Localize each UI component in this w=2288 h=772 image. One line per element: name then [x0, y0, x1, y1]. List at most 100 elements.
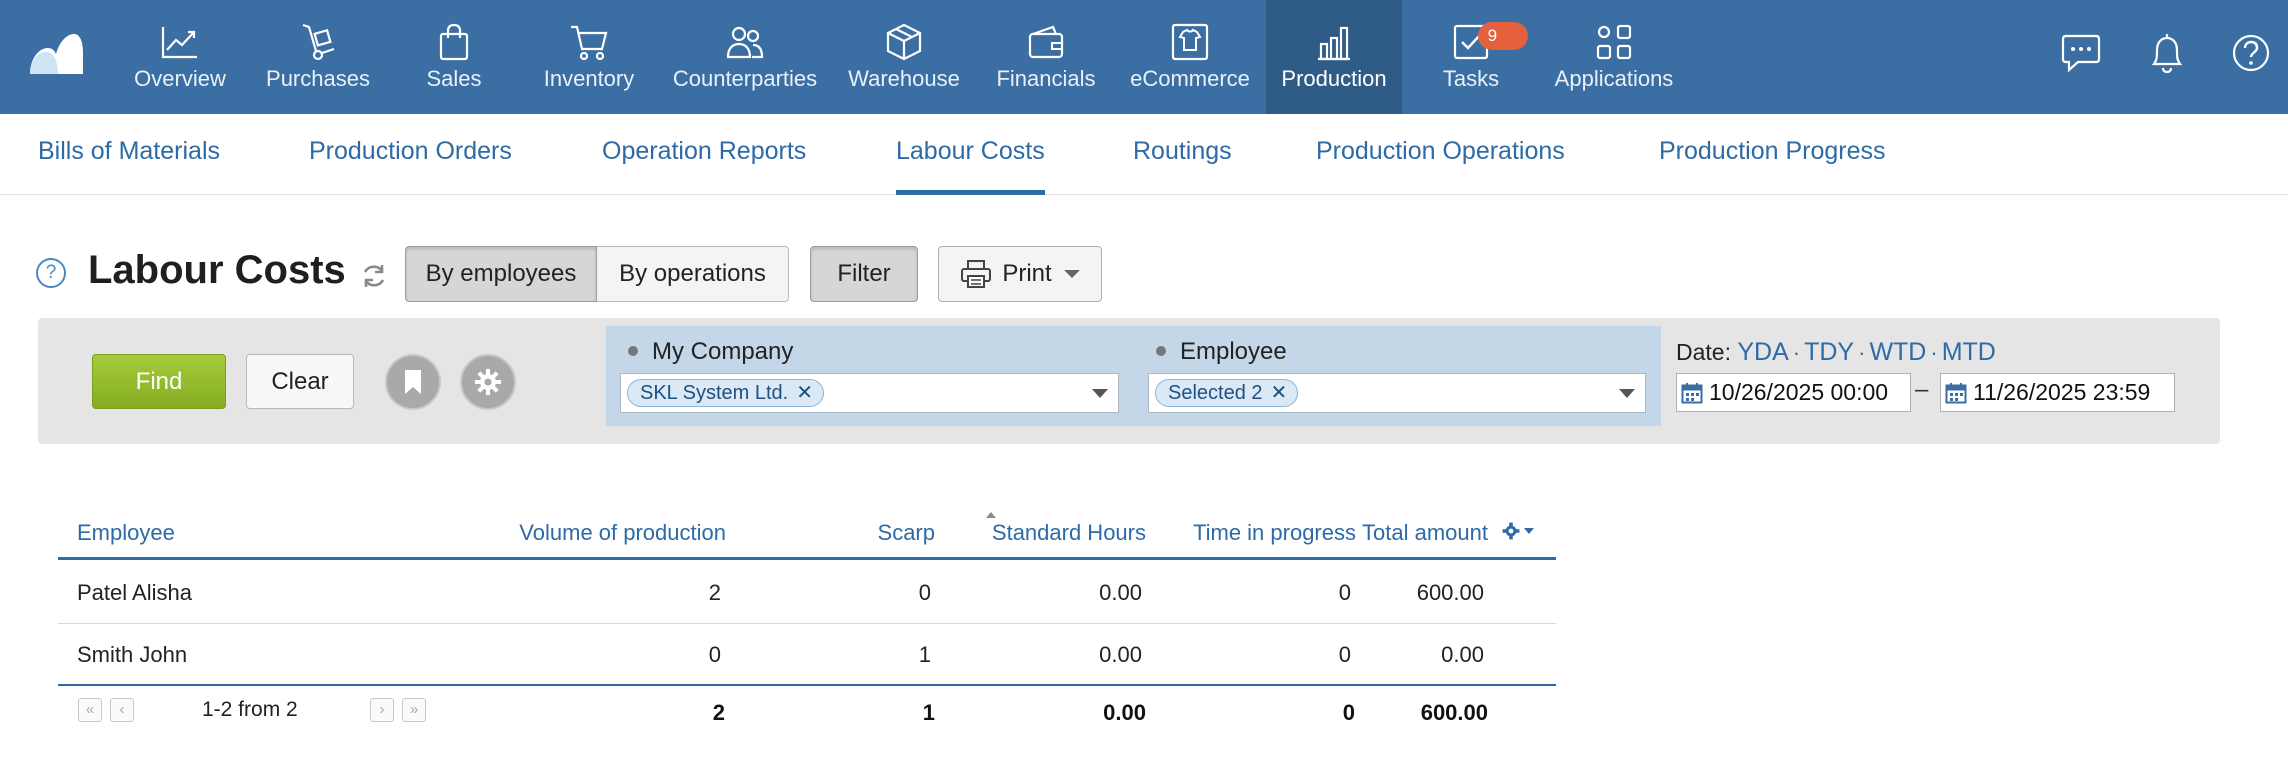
calendar-icon[interactable] — [1681, 382, 1703, 404]
cell-standard-hours: 0.00 — [1099, 580, 1142, 605]
table-row[interactable]: Smith John 0 1 0.00 0 0.00 — [58, 624, 1556, 686]
page-help-button[interactable]: ? — [36, 258, 66, 288]
cell-total-amount: 600.00 — [1416, 580, 1484, 605]
tab-production-operations[interactable]: Production Operations — [1316, 114, 1565, 195]
hand-truck-icon — [296, 20, 340, 64]
nav-label: Applications — [1554, 66, 1674, 91]
wallet-icon — [1024, 20, 1068, 64]
nav-applications[interactable]: Applications — [1544, 0, 1684, 114]
nav-counterparties[interactable]: Counterparties — [668, 0, 822, 114]
remove-chip-icon[interactable]: ✕ — [1271, 380, 1288, 406]
print-button[interactable]: Print — [938, 246, 1102, 302]
settings-button[interactable] — [460, 354, 516, 410]
column-total-amount[interactable]: Total amount — [1362, 520, 1488, 546]
column-scarp[interactable]: Scarp — [878, 520, 935, 546]
date-to-input[interactable]: 11/26/2025 23:59 — [1940, 373, 2175, 412]
separator-dot: · — [1792, 340, 1801, 365]
total-volume: 2 — [712, 700, 725, 725]
gear-icon — [1502, 522, 1520, 540]
cart-icon — [567, 20, 611, 64]
nav-label: Tasks — [1442, 66, 1500, 91]
company-chip: SKL System Ltd. ✕ — [627, 379, 824, 407]
table-row[interactable]: Patel Alisha 2 0 0.00 0 600.00 — [58, 562, 1556, 624]
nav-label: eCommerce — [1130, 66, 1250, 91]
date-filter-label: Date: YDA · TDY · WTD · MTD — [1676, 338, 1996, 367]
page-title: Labour Costs — [88, 248, 346, 292]
bell-icon[interactable] — [2142, 28, 2192, 78]
total-amount: 600.00 — [1420, 700, 1488, 725]
nav-label: Inventory — [543, 66, 635, 91]
company-select[interactable]: SKL System Ltd. ✕ — [620, 373, 1119, 413]
help-icon[interactable] — [2226, 28, 2276, 78]
cell-time-in-progress: 0 — [1338, 580, 1351, 605]
by-operations-button[interactable]: By operations — [597, 246, 789, 302]
employee-label-text: Employee — [1180, 338, 1287, 365]
date-label-text: Date: — [1676, 339, 1731, 365]
tab-production-progress[interactable]: Production Progress — [1659, 114, 1886, 195]
date-to-value: 11/26/2025 23:59 — [1973, 379, 2151, 405]
column-employee[interactable]: Employee — [77, 520, 175, 546]
tab-operation-reports[interactable]: Operation Reports — [602, 114, 806, 195]
date-shortcut-yda[interactable]: YDA — [1737, 338, 1788, 366]
company-chip-text: SKL System Ltd. — [640, 382, 789, 404]
shopping-bag-icon — [432, 20, 476, 64]
tab-bills-of-materials[interactable]: Bills of Materials — [38, 114, 220, 195]
nav-purchases[interactable]: Purchases — [256, 0, 380, 114]
date-shortcut-wtd[interactable]: WTD — [1869, 338, 1926, 366]
first-page-button[interactable]: « — [78, 698, 102, 722]
column-volume-of-production[interactable]: Volume of production — [519, 520, 726, 546]
date-from-input[interactable]: 10/26/2025 00:00 — [1676, 373, 1911, 412]
column-standard-hours[interactable]: Standard Hours — [992, 520, 1146, 546]
prev-page-button[interactable]: ‹ — [110, 698, 134, 722]
tab-production-orders[interactable]: Production Orders — [309, 114, 512, 195]
date-shortcut-tdy[interactable]: TDY — [1804, 338, 1854, 366]
employee-chip-text: Selected 2 — [1168, 382, 1263, 404]
sub-navigation: Bills of Materials Production Orders Ope… — [0, 114, 2288, 195]
table-header: Employee Volume of production Scarp Stan… — [58, 512, 1556, 560]
refresh-icon[interactable] — [360, 262, 388, 290]
box-icon — [882, 20, 926, 64]
filter-button[interactable]: Filter — [810, 246, 918, 302]
nav-inventory[interactable]: Inventory — [528, 0, 650, 114]
cell-scarp: 1 — [918, 642, 931, 667]
nav-overview[interactable]: Overview — [120, 0, 240, 114]
calendar-icon[interactable] — [1945, 382, 1967, 404]
chevron-down-icon — [1063, 270, 1080, 278]
by-employees-button[interactable]: By employees — [405, 246, 597, 302]
chart-line-icon — [158, 20, 202, 64]
gear-icon — [475, 369, 501, 395]
tab-labour-costs[interactable]: Labour Costs — [896, 114, 1045, 195]
table-footer: « ‹ 1-2 from 2 › » 2 1 0.00 0 600.00 — [58, 684, 1556, 736]
nav-label: Warehouse — [848, 66, 960, 91]
bookmark-button[interactable] — [385, 354, 441, 410]
column-settings-button[interactable] — [1502, 522, 1534, 540]
nav-sales[interactable]: Sales — [400, 0, 508, 114]
last-page-button[interactable]: » — [402, 698, 426, 722]
find-button[interactable]: Find — [92, 354, 226, 409]
date-shortcut-mtd[interactable]: MTD — [1942, 338, 1996, 366]
total-standard-hours: 0.00 — [1103, 700, 1146, 725]
nav-financials[interactable]: Financials — [986, 0, 1106, 114]
tasks-badge: 9 — [1477, 22, 1528, 50]
employee-select[interactable]: Selected 2 ✕ — [1148, 373, 1646, 413]
separator-dot: · — [1930, 340, 1938, 365]
employee-chip: Selected 2 ✕ — [1155, 379, 1299, 407]
tab-routings[interactable]: Routings — [1133, 114, 1232, 195]
chat-icon[interactable] — [2056, 28, 2106, 78]
nav-ecommerce[interactable]: eCommerce — [1124, 0, 1256, 114]
column-time-in-progress[interactable]: Time in progress — [1193, 520, 1356, 546]
next-page-button[interactable]: › — [370, 698, 394, 722]
nav-warehouse[interactable]: Warehouse — [842, 0, 966, 114]
company-filter-label: My Company — [628, 338, 793, 366]
clear-button[interactable]: Clear — [246, 354, 354, 409]
bullet-icon — [1156, 345, 1166, 356]
nav-tasks[interactable]: 9 Tasks — [1416, 0, 1528, 114]
nav-label: Sales — [426, 66, 482, 91]
chevron-down-icon — [1092, 389, 1108, 398]
nav-production[interactable]: Production — [1266, 0, 1402, 114]
print-label: Print — [1002, 260, 1052, 287]
logo-icon[interactable] — [28, 32, 84, 76]
remove-chip-icon[interactable]: ✕ — [796, 380, 813, 406]
apps-icon — [1592, 20, 1636, 64]
cell-time-in-progress: 0 — [1338, 642, 1351, 667]
